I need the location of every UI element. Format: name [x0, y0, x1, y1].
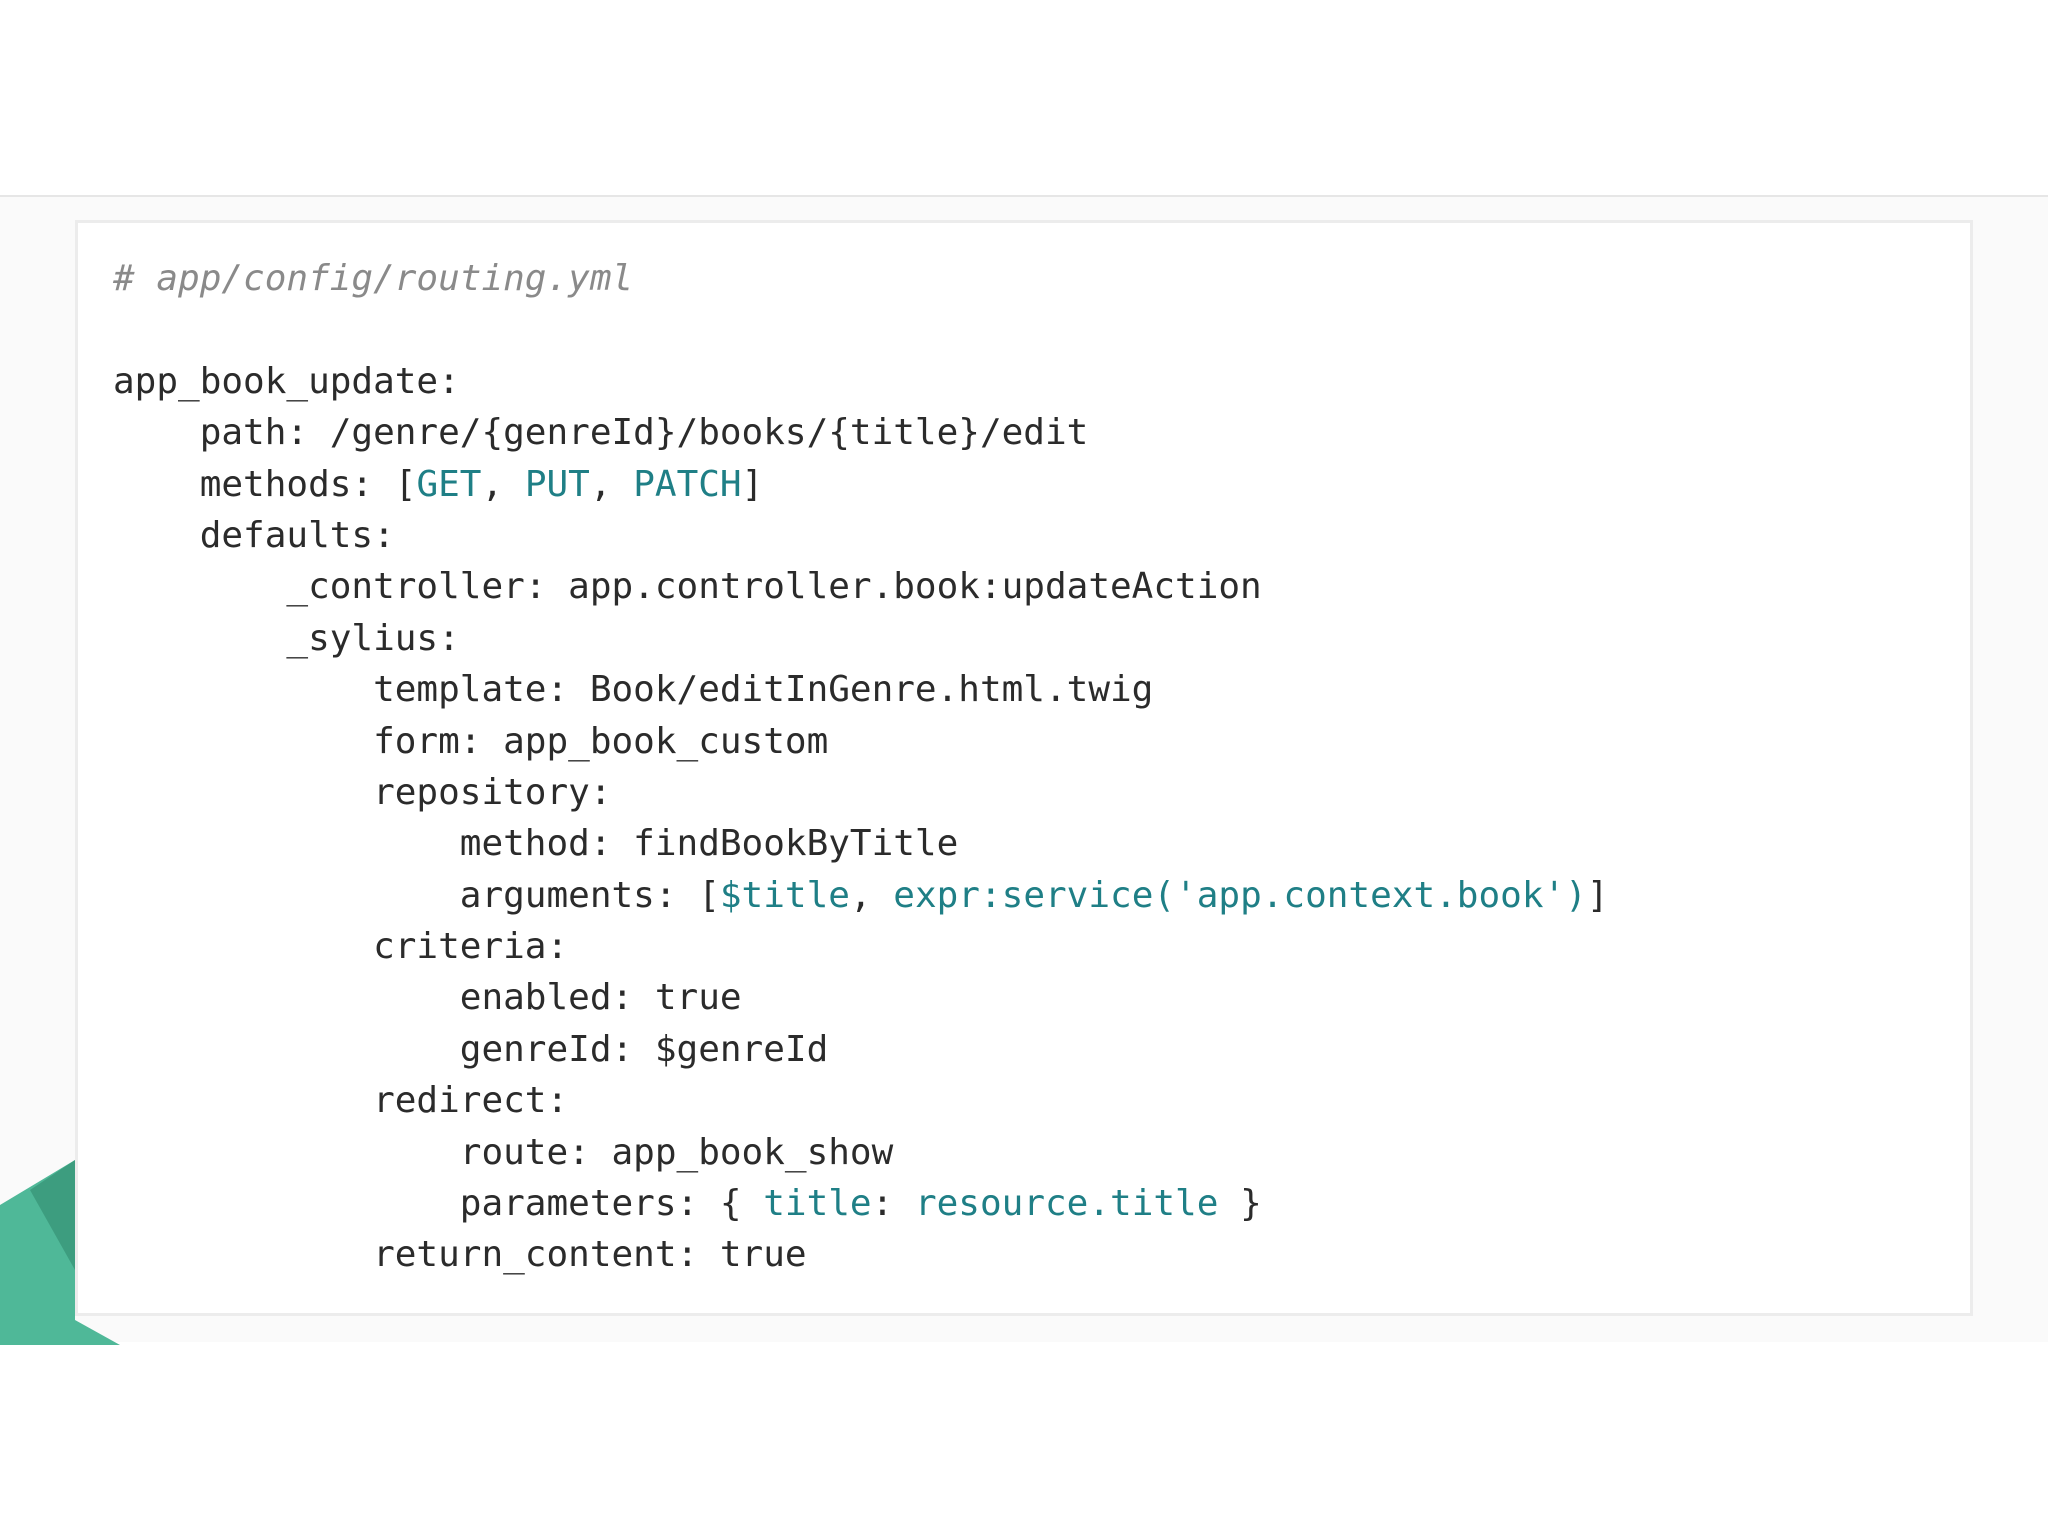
code-content: # app/config/routing.yml app_book_update:… — [113, 253, 1609, 1281]
code-line: method: findBookByTitle — [113, 818, 1609, 869]
code-line: return_content: true — [113, 1229, 1609, 1280]
code-token: genreId: $genreId — [113, 1028, 829, 1070]
code-line: # app/config/routing.yml — [113, 253, 1609, 304]
code-token-highlight: expr:service('app.context.book') — [893, 874, 1587, 916]
code-token-highlight: title — [763, 1183, 872, 1225]
code-token: method: findBookByTitle — [113, 823, 959, 865]
code-token: criteria: — [113, 926, 569, 968]
code-line: repository: — [113, 767, 1609, 818]
code-token: return_content: true — [113, 1234, 807, 1276]
code-token: ] — [1586, 874, 1609, 916]
code-line: defaults: — [113, 510, 1609, 561]
code-token-highlight: PATCH — [633, 463, 742, 505]
code-line: _sylius: — [113, 613, 1609, 664]
code-token-highlight: $title — [719, 874, 850, 916]
code-token: defaults: — [113, 514, 395, 556]
code-token: template: Book/editInGenre.html.twig — [113, 669, 1154, 711]
code-token: : — [871, 1183, 915, 1225]
code-line: parameters: { title: resource.title } — [113, 1178, 1609, 1229]
code-token-highlight: PUT — [524, 463, 590, 505]
code-token: parameters: { — [113, 1183, 764, 1225]
code-comment: # app/config/routing.yml — [113, 258, 634, 299]
code-token-highlight: GET — [416, 463, 482, 505]
code-line: app_book_update: — [113, 356, 1609, 407]
slide-page: # app/config/routing.yml app_book_update:… — [0, 0, 2048, 1536]
code-line: form: app_book_custom — [113, 716, 1609, 767]
code-token: enabled: true — [113, 977, 742, 1019]
code-line: _controller: app.controller.book:updateA… — [113, 561, 1609, 612]
code-token: _controller: app.controller.book:updateA… — [113, 566, 1262, 608]
code-token: , — [589, 463, 634, 505]
code-token: form: app_book_custom — [113, 720, 829, 762]
code-block: # app/config/routing.yml app_book_update:… — [75, 220, 1973, 1316]
code-token: } — [1218, 1183, 1262, 1225]
code-token: methods: [ — [113, 463, 417, 505]
code-line: redirect: — [113, 1075, 1609, 1126]
code-token: , — [481, 463, 525, 505]
code-token: arguments: [ — [113, 874, 720, 916]
code-line: template: Book/editInGenre.html.twig — [113, 664, 1609, 715]
code-line: criteria: — [113, 921, 1609, 972]
code-token: _sylius: — [113, 617, 460, 659]
code-token: ] — [741, 463, 764, 505]
code-token-highlight: resource.title — [914, 1183, 1219, 1225]
code-line: genreId: $genreId — [113, 1024, 1609, 1075]
code-line: arguments: [$title, expr:service('app.co… — [113, 870, 1609, 921]
code-token: , — [849, 874, 894, 916]
code-token: route: app_book_show — [113, 1131, 894, 1173]
code-token: repository: — [113, 771, 612, 813]
code-line: methods: [GET, PUT, PATCH] — [113, 459, 1609, 510]
code-token: redirect: — [113, 1080, 569, 1122]
code-token: path: /genre/{genreId}/books/{title}/edi… — [113, 412, 1089, 454]
code-line: route: app_book_show — [113, 1127, 1609, 1178]
code-line: path: /genre/{genreId}/books/{title}/edi… — [113, 407, 1609, 458]
code-token: app_book_update: — [113, 360, 460, 402]
code-line: enabled: true — [113, 972, 1609, 1023]
